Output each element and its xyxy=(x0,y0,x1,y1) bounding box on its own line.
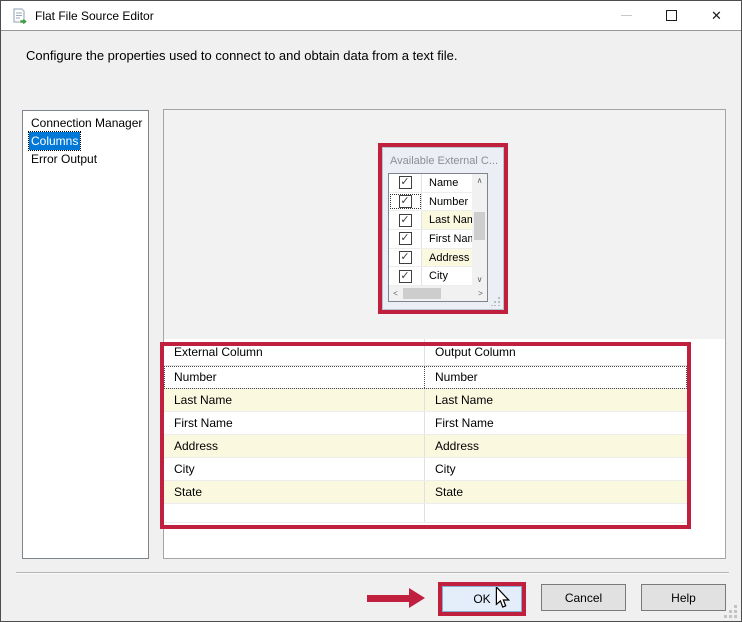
close-icon: ✕ xyxy=(711,7,722,23)
mouse-cursor-icon xyxy=(495,587,510,608)
vertical-scroll-thumb[interactable] xyxy=(474,212,485,240)
table-row[interactable]: First Name First Name xyxy=(164,412,687,435)
column-label: Number xyxy=(422,192,472,211)
checkbox-address[interactable]: ✓ xyxy=(398,251,412,265)
table-row[interactable]: City City xyxy=(164,458,687,481)
vertical-scrollbar[interactable]: ∧ ∨ xyxy=(472,174,487,286)
column-label: City xyxy=(422,267,472,286)
table-row[interactable]: Address Address xyxy=(164,435,687,458)
table-row[interactable]: Last Name Last Name xyxy=(164,389,687,412)
available-columns-list: ✓ Name ✓ Number ✓ Last Name ✓ First Name… xyxy=(388,173,488,302)
list-item[interactable]: ✓ Last Name xyxy=(389,211,472,231)
scroll-left-icon[interactable]: < xyxy=(389,286,402,301)
list-item[interactable]: ✓ Address xyxy=(389,248,472,268)
footer-separator xyxy=(16,572,729,574)
sidebar-item-connection-manager[interactable]: Connection Manager xyxy=(29,114,148,132)
column-label: First Name xyxy=(422,230,472,248)
output-column-cell[interactable]: First Name xyxy=(424,412,687,434)
available-external-columns-title: Available External C... xyxy=(390,155,499,167)
output-column-cell[interactable]: Address xyxy=(424,435,687,457)
dialog-description: Configure the properties used to connect… xyxy=(26,48,458,63)
table-row[interactable]: Number Number xyxy=(164,366,687,389)
sidebar-item-columns[interactable]: Columns xyxy=(27,131,148,151)
column-label: Address xyxy=(422,248,472,267)
list-item[interactable]: ✓ First Name xyxy=(389,230,472,249)
pages-list: Connection Manager Columns Error Output xyxy=(22,110,149,559)
maximize-icon xyxy=(666,10,677,21)
title-bar: Flat File Source Editor ✕ xyxy=(1,1,741,31)
window-controls: ✕ xyxy=(604,1,739,30)
maximize-button[interactable] xyxy=(649,1,694,30)
external-column-cell[interactable]: First Name xyxy=(164,412,424,434)
column-label: Last Name xyxy=(422,211,472,230)
output-column-header: Output Column xyxy=(424,339,687,365)
available-columns-rows: ✓ Name ✓ Number ✓ Last Name ✓ First Name… xyxy=(389,174,472,287)
ok-button[interactable]: OK xyxy=(442,586,522,612)
output-column-cell[interactable]: State xyxy=(424,481,687,503)
external-column-cell[interactable]: State xyxy=(164,481,424,503)
external-column-cell[interactable]: Last Name xyxy=(164,389,424,411)
close-button[interactable]: ✕ xyxy=(694,1,739,30)
horizontal-scrollbar[interactable]: < > xyxy=(389,286,487,301)
annotation-arrow-head xyxy=(409,588,425,608)
minimize-icon xyxy=(621,15,632,16)
column-label: Name xyxy=(422,174,472,192)
mapping-table-header: External Column Output Column xyxy=(164,339,687,366)
window-resize-grip-icon[interactable] xyxy=(723,604,737,618)
panel-resize-grip-icon[interactable] xyxy=(491,297,500,306)
sidebar-item-error-output[interactable]: Error Output xyxy=(29,150,148,168)
external-column-cell[interactable]: Number xyxy=(164,366,424,388)
empty-table-row xyxy=(164,504,687,523)
checkbox-number[interactable]: ✓ xyxy=(398,195,412,208)
checkbox-city[interactable]: ✓ xyxy=(398,269,412,283)
output-column-cell[interactable]: Number xyxy=(424,366,687,388)
checkbox-last-name[interactable]: ✓ xyxy=(398,213,412,227)
checkbox-first-name[interactable]: ✓ xyxy=(398,232,412,246)
scroll-down-icon[interactable]: ∨ xyxy=(472,273,487,286)
checkbox-name[interactable]: ✓ xyxy=(398,176,412,190)
available-external-columns-panel: Available External C... ✓ Name ✓ Number … xyxy=(382,147,504,310)
external-column-header: External Column xyxy=(174,345,263,359)
output-column-cell[interactable]: City xyxy=(424,458,687,480)
minimize-button[interactable] xyxy=(604,1,649,30)
window-title: Flat File Source Editor xyxy=(35,8,154,23)
external-column-cell[interactable]: City xyxy=(164,458,424,480)
help-button[interactable]: Help xyxy=(641,584,726,611)
annotation-arrow xyxy=(367,595,409,602)
external-column-cell[interactable]: Address xyxy=(164,435,424,457)
flat-file-source-icon xyxy=(13,8,27,24)
cancel-button[interactable]: Cancel xyxy=(541,584,626,611)
table-row[interactable]: State State xyxy=(164,481,687,504)
horizontal-scroll-thumb[interactable] xyxy=(403,288,441,299)
list-item[interactable]: ✓ City xyxy=(389,267,472,287)
flat-file-source-editor-dialog: Flat File Source Editor ✕ Configure the … xyxy=(0,0,742,622)
list-item[interactable]: ✓ Number xyxy=(389,192,472,212)
column-mapping-table: External Column Output Column Number Num… xyxy=(164,339,687,523)
scroll-right-icon[interactable]: > xyxy=(474,286,487,301)
scroll-up-icon[interactable]: ∧ xyxy=(472,174,487,187)
list-item[interactable]: ✓ Name xyxy=(389,174,472,193)
output-column-cell[interactable]: Last Name xyxy=(424,389,687,411)
